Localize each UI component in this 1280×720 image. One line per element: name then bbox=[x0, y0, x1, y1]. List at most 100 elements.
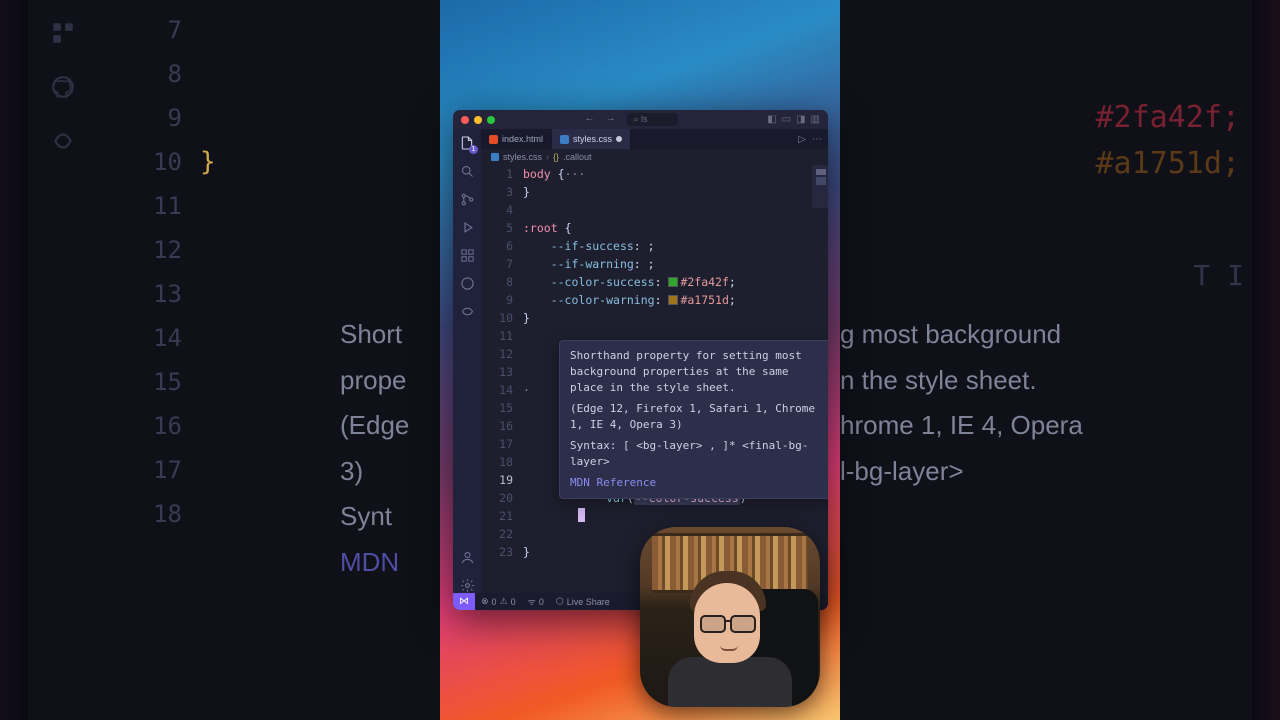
tab-styles-css[interactable]: styles.css bbox=[552, 129, 631, 149]
problems-indicator[interactable]: ⊗0 ⚠0 bbox=[475, 596, 522, 607]
line-number: 10 bbox=[481, 309, 523, 327]
account-icon[interactable] bbox=[459, 549, 475, 565]
gradient-edge-left bbox=[0, 0, 28, 720]
line-content[interactable] bbox=[523, 507, 828, 525]
line-content[interactable]: --color-success: #2fa42f; bbox=[523, 273, 828, 291]
line-number: 22 bbox=[481, 525, 523, 543]
extensions-icon bbox=[50, 20, 76, 46]
mdn-reference-link[interactable]: MDN Reference bbox=[570, 475, 826, 491]
remote-indicator[interactable]: ⋈ bbox=[453, 593, 475, 610]
bg-line-numbers: 78910}1112131415161718 bbox=[140, 8, 216, 536]
maximize-icon[interactable] bbox=[487, 116, 495, 124]
bg-activity-icons bbox=[50, 20, 90, 154]
liveshare-icon[interactable] bbox=[459, 303, 475, 319]
line-content[interactable]: body {··· bbox=[523, 165, 828, 183]
hover-tooltip: Shorthand property for setting most back… bbox=[559, 340, 828, 499]
code-line[interactable]: 6 --if-success: ; bbox=[481, 237, 828, 255]
explorer-icon[interactable] bbox=[459, 135, 475, 151]
breadcrumb[interactable]: styles.css › {} .callout bbox=[481, 149, 828, 165]
line-content[interactable] bbox=[523, 201, 828, 219]
command-center-search[interactable]: ⌕ ls bbox=[627, 113, 677, 126]
remote-glyph-icon: ⋈ bbox=[459, 596, 469, 607]
code-line[interactable]: 1body {··· bbox=[481, 165, 828, 183]
line-content[interactable]: --color-warning: #a1751d; bbox=[523, 291, 828, 309]
css-file-icon bbox=[560, 135, 569, 144]
code-line[interactable]: 21 bbox=[481, 507, 828, 525]
close-icon[interactable] bbox=[461, 116, 469, 124]
webcam-overlay bbox=[640, 527, 820, 707]
panel-right-icon[interactable]: ◨ bbox=[796, 114, 805, 125]
main-area: index.html styles.css ▷ ⋯ styles.css › {… bbox=[453, 129, 828, 593]
line-content[interactable]: --if-success: ; bbox=[523, 237, 828, 255]
window-controls bbox=[461, 116, 495, 124]
nav-back-forward[interactable]: ← → bbox=[585, 113, 620, 126]
liveshare-button[interactable]: ⬡Live Share bbox=[550, 596, 616, 607]
hover-syntax: Syntax: [ <bg-layer> , ]* <final-bg-laye… bbox=[570, 438, 826, 470]
run-button-icon[interactable]: ▷ bbox=[798, 134, 806, 145]
gradient-edge-right bbox=[1252, 0, 1280, 720]
run-debug-icon[interactable] bbox=[459, 219, 475, 235]
liveshare-icon: ⬡ bbox=[556, 596, 564, 607]
unsaved-dot-icon bbox=[616, 136, 622, 142]
code-line[interactable]: 3} bbox=[481, 183, 828, 201]
panel-bottom-icon[interactable]: ▭ bbox=[782, 114, 791, 125]
line-number: 21 bbox=[481, 507, 523, 525]
line-number: 13 bbox=[481, 363, 523, 381]
extensions-icon[interactable] bbox=[459, 247, 475, 263]
settings-gear-icon[interactable] bbox=[459, 577, 475, 593]
bg-hover-text-right: g most backgroundn the style sheet.hrome… bbox=[840, 312, 1260, 494]
minimize-icon[interactable] bbox=[474, 116, 482, 124]
bg-selection-letters: T I bbox=[1193, 256, 1244, 295]
error-count: 0 bbox=[492, 597, 497, 607]
html-file-icon bbox=[489, 135, 498, 144]
tab-label: styles.css bbox=[573, 134, 612, 144]
line-content[interactable]: --if-warning: ; bbox=[523, 255, 828, 273]
line-content[interactable]: } bbox=[523, 309, 828, 327]
line-number: 8 bbox=[481, 273, 523, 291]
hover-browsers: (Edge 12, Firefox 1, Safari 1, Chrome 1,… bbox=[570, 401, 826, 433]
search-icon: ⌕ bbox=[633, 114, 638, 124]
ports-indicator[interactable]: ᯤ0 bbox=[522, 595, 550, 608]
line-number: 6 bbox=[481, 237, 523, 255]
search-placeholder: ls bbox=[641, 114, 648, 124]
bg-hex-success: #2fa42f; bbox=[1096, 92, 1241, 143]
bg-hover-text-left: Shortprope(Edge3)SyntMDN bbox=[340, 312, 440, 585]
code-line[interactable]: 10} bbox=[481, 309, 828, 327]
layout-icon[interactable]: ▥ bbox=[811, 114, 820, 125]
tab-index-html[interactable]: index.html bbox=[481, 129, 552, 149]
webcam-person-torso bbox=[668, 657, 792, 707]
tab-actions: ▷ ⋯ bbox=[798, 129, 828, 149]
line-number: 11 bbox=[481, 327, 523, 345]
ports-count: 0 bbox=[539, 597, 544, 607]
source-control-icon[interactable] bbox=[459, 191, 475, 207]
background-left-blur: 78910}1112131415161718 Shortprope(Edge3)… bbox=[0, 0, 440, 720]
breadcrumb-symbol: .callout bbox=[563, 152, 592, 162]
tab-bar: index.html styles.css ▷ ⋯ bbox=[481, 129, 828, 149]
titlebar: ← → ⌕ ls ◧ ▭ ◨ ▥ bbox=[453, 110, 828, 129]
line-number: 1 bbox=[481, 165, 523, 183]
line-number: 12 bbox=[481, 345, 523, 363]
code-line[interactable]: 4 bbox=[481, 201, 828, 219]
symbol-icon: {} bbox=[553, 152, 559, 162]
code-line[interactable]: 8 --color-success: #2fa42f; bbox=[481, 273, 828, 291]
search-icon[interactable] bbox=[459, 163, 475, 179]
line-number: 20 bbox=[481, 489, 523, 507]
line-number: 4 bbox=[481, 201, 523, 219]
code-line[interactable]: 5:root { bbox=[481, 219, 828, 237]
line-number: 5 bbox=[481, 219, 523, 237]
more-icon[interactable]: ⋯ bbox=[812, 134, 822, 145]
line-content[interactable]: :root { bbox=[523, 219, 828, 237]
line-content[interactable]: } bbox=[523, 183, 828, 201]
remote-icon[interactable] bbox=[459, 275, 475, 291]
code-line[interactable]: 7 --if-warning: ; bbox=[481, 255, 828, 273]
webcam-person-glasses bbox=[700, 615, 756, 631]
line-number: 18 bbox=[481, 453, 523, 471]
line-number: 16 bbox=[481, 417, 523, 435]
line-number: 7 bbox=[481, 255, 523, 273]
warning-icon: ⚠ bbox=[500, 596, 508, 607]
warning-count: 0 bbox=[511, 597, 516, 607]
panel-left-icon[interactable]: ◧ bbox=[767, 114, 776, 125]
titlebar-center: ← → ⌕ ls bbox=[500, 113, 762, 126]
code-line[interactable]: 9 --color-warning: #a1751d; bbox=[481, 291, 828, 309]
github-icon bbox=[50, 74, 76, 100]
